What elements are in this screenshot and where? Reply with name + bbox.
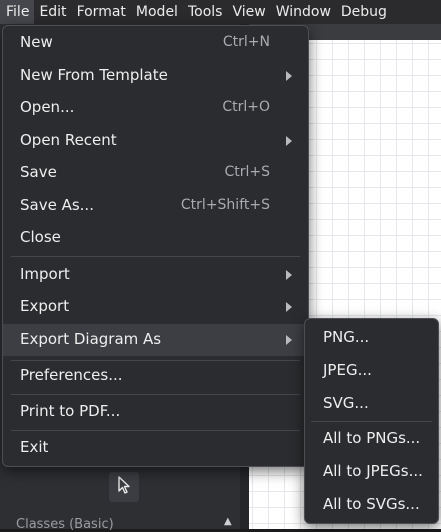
menu-item-label: New [20,33,53,51]
menu-item-import[interactable]: Import [3,261,308,289]
menu-view[interactable]: View [227,0,270,24]
menu-item-new[interactable]: New Ctrl+N [3,29,308,57]
export-diagram-submenu: PNG... JPEG... SVG... All to PNGs... All… [304,318,439,524]
shortcut-label: Ctrl+S [224,164,270,180]
menu-bar: File Edit Format Model Tools View Window… [0,0,441,24]
collapse-up-icon[interactable]: ▲ [224,516,232,527]
menu-item-label: Open... [20,98,75,116]
menu-item-new-from-template[interactable]: New From Template [3,62,308,90]
menu-item-label: Close [20,228,61,246]
menu-item-label: Exit [20,438,49,456]
submenu-arrow-icon [286,136,292,146]
submenu-item-label: PNG... [323,328,370,346]
menu-item-preferences[interactable]: Preferences... [3,362,308,390]
submenu-item-jpeg[interactable]: JPEG... [305,357,438,385]
file-menu-dropdown: New Ctrl+N New From Template Open... Ctr… [2,25,309,467]
menu-item-exit[interactable]: Exit [3,434,308,462]
submenu-item-all-svgs[interactable]: All to SVGs... [305,491,438,519]
submenu-item-label: JPEG... [323,361,372,379]
menu-debug[interactable]: Debug [336,0,392,24]
submenu-arrow-icon [286,335,292,345]
submenu-item-label: All to SVGs... [323,495,420,513]
menu-edit[interactable]: Edit [34,0,71,24]
submenu-item-all-jpegs[interactable]: All to JPEGs... [305,458,438,486]
menu-item-label: Print to PDF... [20,402,121,420]
menu-item-save-as[interactable]: Save As... Ctrl+Shift+S [3,192,308,220]
submenu-item-svg[interactable]: SVG... [305,390,438,418]
menu-item-label: Open Recent [20,131,117,149]
submenu-item-png[interactable]: PNG... [305,324,438,352]
pointer-arrow-icon [117,476,131,498]
menu-item-label: New From Template [20,66,168,84]
palette-section-label[interactable]: Classes (Basic) [16,517,114,532]
submenu-arrow-icon [286,270,292,280]
menu-tools[interactable]: Tools [183,0,228,24]
select-tool-button[interactable] [109,472,139,502]
shortcut-label: Ctrl+Shift+S [180,197,270,213]
menu-separator [11,360,300,361]
shortcut-label: Ctrl+O [222,99,270,115]
menu-separator [11,394,300,395]
menu-item-label: Export Diagram As [20,330,162,348]
menu-item-print-to-pdf[interactable]: Print to PDF... [3,398,308,426]
menu-item-export-diagram-as[interactable]: Export Diagram As [3,324,308,356]
menu-item-label: Export [20,297,70,315]
submenu-arrow-icon [286,302,292,312]
menu-item-label: Save As... [20,196,94,214]
submenu-separator [311,421,432,422]
submenu-item-label: SVG... [323,394,369,412]
menu-item-open-recent[interactable]: Open Recent [3,127,308,155]
menu-window[interactable]: Window [271,0,336,24]
menu-item-open[interactable]: Open... Ctrl+O [3,94,308,122]
menu-item-label: Import [20,265,70,283]
menu-item-close[interactable]: Close [3,224,308,252]
menu-separator [11,430,300,431]
submenu-item-label: All to PNGs... [323,429,421,447]
menu-item-export[interactable]: Export [3,293,308,321]
shortcut-label: Ctrl+N [222,34,270,50]
menu-file[interactable]: File [0,0,35,24]
menu-model[interactable]: Model [131,0,183,24]
menu-format[interactable]: Format [72,0,131,24]
menu-item-save[interactable]: Save Ctrl+S [3,159,308,187]
menu-item-label: Preferences... [20,366,123,384]
menu-separator [11,256,300,257]
submenu-item-all-pngs[interactable]: All to PNGs... [305,425,438,453]
menu-item-label: Save [20,163,57,181]
submenu-arrow-icon [286,71,292,81]
submenu-item-label: All to JPEGs... [323,462,423,480]
